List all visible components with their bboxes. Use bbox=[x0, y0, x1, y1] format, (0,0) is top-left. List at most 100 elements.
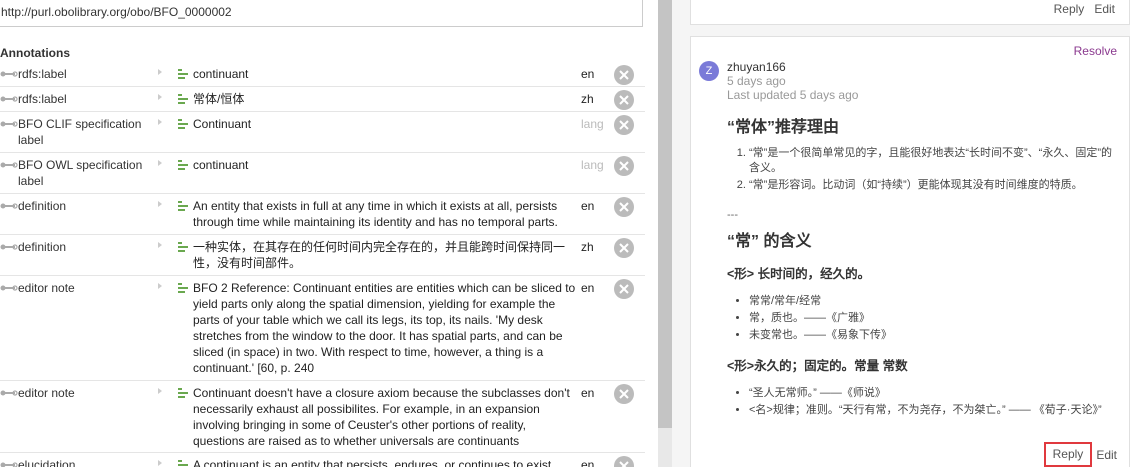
comment-author: zhuyan166 bbox=[727, 60, 786, 74]
avatar: Z bbox=[699, 61, 719, 81]
annotation-value[interactable]: An entity that exists in full at any tim… bbox=[177, 198, 577, 230]
previous-edit-link[interactable]: Edit bbox=[1094, 2, 1115, 16]
property-label: editor note bbox=[18, 386, 75, 400]
arrow-right-icon bbox=[158, 69, 162, 75]
annotation-property[interactable]: BFO CLIF specification label bbox=[0, 116, 160, 148]
annotation-value[interactable]: continuant bbox=[177, 66, 577, 82]
annotations-heading: Annotations bbox=[0, 46, 70, 60]
annotation-value[interactable]: 一种实体，在其存在的任何时间内完全存在的，并且能跨时间保持同一性，没有时间部件。 bbox=[177, 239, 577, 271]
arrow-right-icon bbox=[158, 201, 162, 207]
annotation-row: rdfs:label continuant en bbox=[0, 62, 645, 87]
link-icon bbox=[0, 282, 18, 294]
link-icon bbox=[0, 159, 18, 171]
reply-button[interactable]: Reply bbox=[1043, 442, 1093, 467]
resolve-link[interactable]: Resolve bbox=[1074, 44, 1117, 58]
language-field[interactable]: zh bbox=[581, 91, 594, 107]
annotation-property[interactable]: definition bbox=[0, 239, 160, 255]
comment-body: “常体”推荐理由 “常”是一个很简单常见的字，且能很好地表达“长时间不变”、“永… bbox=[727, 113, 1122, 430]
property-label: definition bbox=[18, 240, 67, 254]
link-icon bbox=[0, 459, 18, 467]
delete-annotation-button[interactable] bbox=[614, 65, 634, 85]
language-field[interactable]: lang bbox=[581, 116, 604, 132]
separator: --- bbox=[727, 209, 738, 221]
delete-annotation-button[interactable] bbox=[614, 115, 634, 135]
link-icon bbox=[0, 118, 18, 130]
value-text: continuant bbox=[193, 158, 249, 172]
reason-item: “常”是一个很简单常见的字，且能很好地表达“长时间不变”、“永久、固定”的含义。 bbox=[749, 146, 1122, 176]
annotation-property[interactable]: BFO OWL specification label bbox=[0, 157, 160, 189]
value-text: An entity that exists in full at any tim… bbox=[193, 199, 558, 229]
annotation-value[interactable]: A continuant is an entity that persists,… bbox=[177, 457, 577, 467]
annotation-row: editor note BFO 2 Reference: Continuant e… bbox=[0, 276, 645, 381]
annotation-row: definition An entity that exists in full … bbox=[0, 194, 645, 235]
arrow-right-icon bbox=[158, 119, 162, 125]
literal-icon bbox=[177, 240, 191, 254]
previous-reply-link[interactable]: Reply bbox=[1054, 2, 1085, 16]
sense-item: 常常/常年/经常 bbox=[749, 294, 1122, 309]
delete-annotation-button[interactable] bbox=[614, 156, 634, 176]
value-text: Continuant doesn't have a closure axiom … bbox=[193, 386, 570, 448]
comment-age: 5 days ago bbox=[727, 74, 786, 88]
comment-actions: Reply Edit bbox=[1043, 442, 1117, 467]
entity-editor-panel: http://purl.obolibrary.org/obo/BFO_00000… bbox=[0, 0, 658, 467]
annotation-property[interactable]: rdfs:label bbox=[0, 66, 160, 82]
sense-list: “圣人无常师。” ——《师说》 <名>规律；准则。“天行有常，不为尧存，不为桀亡… bbox=[727, 386, 1122, 418]
arrow-right-icon bbox=[158, 388, 162, 394]
close-icon bbox=[619, 70, 629, 80]
annotation-value[interactable]: 常体/恒体 bbox=[177, 91, 577, 107]
iri-field[interactable]: http://purl.obolibrary.org/obo/BFO_00000… bbox=[0, 0, 643, 27]
property-label: BFO OWL specification label bbox=[18, 158, 143, 188]
close-icon bbox=[619, 95, 629, 105]
language-field[interactable]: en bbox=[581, 66, 594, 82]
sense-heading: <形> 长时间的，经久的。 bbox=[727, 267, 871, 281]
close-icon bbox=[619, 461, 629, 467]
close-icon bbox=[619, 202, 629, 212]
language-field[interactable]: en bbox=[581, 385, 594, 401]
delete-annotation-button[interactable] bbox=[614, 279, 634, 299]
annotation-property[interactable]: editor note bbox=[0, 385, 160, 401]
annotation-property[interactable]: editor note bbox=[0, 280, 160, 296]
annotation-property[interactable]: rdfs:label bbox=[0, 91, 160, 107]
literal-icon bbox=[177, 386, 191, 400]
annotation-property[interactable]: definition bbox=[0, 198, 160, 214]
edit-link[interactable]: Edit bbox=[1096, 448, 1117, 462]
comment-title-meaning: “常” 的含义 bbox=[727, 233, 812, 250]
language-field[interactable]: en bbox=[581, 457, 594, 467]
language-field[interactable]: zh bbox=[581, 239, 594, 255]
value-text: Continuant bbox=[193, 117, 252, 131]
annotation-value[interactable]: Continuant doesn't have a closure axiom … bbox=[177, 385, 577, 449]
value-text: A continuant is an entity that persists,… bbox=[193, 458, 552, 467]
literal-icon bbox=[177, 67, 191, 81]
property-label: definition bbox=[18, 199, 67, 213]
property-label: elucidation bbox=[18, 458, 76, 467]
annotations-list: rdfs:label continuant en rdfs:label 常体/恒体 zh B… bbox=[0, 62, 645, 467]
annotation-value[interactable]: continuant bbox=[177, 157, 577, 173]
language-field[interactable]: en bbox=[581, 198, 594, 214]
annotation-property[interactable]: elucidation bbox=[0, 457, 160, 467]
delete-annotation-button[interactable] bbox=[614, 384, 634, 404]
annotation-row: definition 一种实体，在其存在的任何时间内完全存在的，并且能跨时间保持同… bbox=[0, 235, 645, 276]
annotation-value[interactable]: Continuant bbox=[177, 116, 577, 132]
link-icon bbox=[0, 241, 18, 253]
close-icon bbox=[619, 120, 629, 130]
close-icon bbox=[619, 161, 629, 171]
delete-annotation-button[interactable] bbox=[614, 456, 634, 467]
arrow-right-icon bbox=[158, 460, 162, 466]
language-field[interactable]: lang bbox=[581, 157, 604, 173]
language-field[interactable]: en bbox=[581, 280, 594, 296]
link-icon bbox=[0, 93, 18, 105]
property-label: rdfs:label bbox=[18, 92, 67, 106]
arrow-right-icon bbox=[158, 242, 162, 248]
delete-annotation-button[interactable] bbox=[614, 238, 634, 258]
scrollbar-thumb[interactable] bbox=[658, 0, 672, 428]
comments-panel: Reply Edit Resolve Z zhuyan166 5 days ag… bbox=[672, 0, 1130, 467]
annotation-value[interactable]: BFO 2 Reference: Continuant entities are… bbox=[177, 280, 577, 376]
delete-annotation-button[interactable] bbox=[614, 197, 634, 217]
delete-annotation-button[interactable] bbox=[614, 90, 634, 110]
close-icon bbox=[619, 243, 629, 253]
comment-last-updated: Last updated 5 days ago bbox=[727, 88, 859, 102]
close-icon bbox=[619, 389, 629, 399]
property-label: BFO CLIF specification label bbox=[18, 117, 142, 147]
sense-list: 常常/常年/经常 常，质也。——《广雅》 未变常也。——《易象下传》 bbox=[727, 294, 1122, 343]
sense-item: 常，质也。——《广雅》 bbox=[749, 311, 1122, 326]
